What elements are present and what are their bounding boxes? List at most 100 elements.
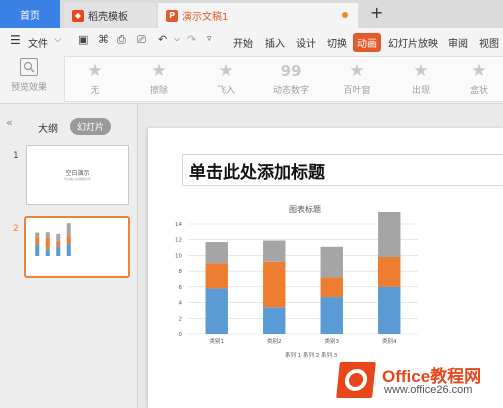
collapse-panel-icon[interactable]: « bbox=[6, 116, 13, 129]
hamburger-icon[interactable]: ☰ bbox=[10, 33, 21, 47]
y-tick-label: 6 bbox=[179, 285, 183, 291]
x-tick-label: 类别2 bbox=[267, 337, 282, 345]
bar-segment-3 bbox=[205, 242, 228, 264]
new-tab-button[interactable]: + bbox=[370, 3, 383, 22]
bar-segment-1 bbox=[205, 288, 228, 334]
slide-number: 2 bbox=[13, 224, 19, 234]
star-icon: ★ bbox=[87, 61, 103, 81]
bar-segment-2 bbox=[205, 263, 228, 289]
mini-bar-segment bbox=[66, 244, 71, 256]
effect-label: 盒状 bbox=[469, 86, 488, 96]
mini-bar-segment bbox=[56, 241, 61, 247]
slide-number: 1 bbox=[13, 151, 19, 161]
effect-dynamic-number[interactable]: 99 动态数字 bbox=[265, 61, 317, 96]
effect-label: 飞入 bbox=[216, 86, 235, 96]
animation-effects-gallery: ★ 无 ★ 擦除 ★ 飞入 99 动态数字 ★ 百叶窗 ★ 出现 ★ 盒状 bbox=[64, 56, 503, 102]
tab-document-label: 演示文稿1 bbox=[182, 12, 229, 23]
bar-segment-2 bbox=[320, 277, 343, 298]
effect-fly-in[interactable]: ★ 飞入 bbox=[200, 61, 252, 96]
box-star-icon: ★ bbox=[471, 61, 487, 81]
tab-home[interactable]: 首页 bbox=[0, 0, 60, 28]
bar-segment-3 bbox=[320, 246, 343, 278]
thumbnail-subtitle: 可以输入标题或文字 bbox=[63, 177, 91, 181]
menu-view[interactable]: 视图 bbox=[479, 35, 499, 50]
legend-entry: 系列 1 bbox=[285, 351, 301, 359]
effect-none[interactable]: ★ 无 bbox=[69, 61, 121, 96]
preview-icon bbox=[20, 58, 38, 76]
menu-transition[interactable]: 切换 bbox=[327, 35, 347, 50]
bar-segment-2 bbox=[263, 261, 286, 308]
fly-in-star-icon: ★ bbox=[218, 61, 234, 81]
bar-segment-1 bbox=[263, 307, 286, 334]
mini-bar-segment bbox=[35, 244, 40, 256]
title-placeholder[interactable]: 单击此处添加标题 bbox=[182, 154, 503, 186]
undo-dropdown-icon[interactable]: ⌵ bbox=[174, 34, 180, 44]
y-tick-label: 10 bbox=[175, 253, 182, 259]
thumbnail-title: 空白演示 bbox=[65, 170, 90, 177]
menu-bar: ☰ 文件 ⌵ ▣ ⌘ ⎙ ⎚ ↶ ⌵ ↷ ▿ 开始 插入 设计 切换 动画 幻灯… bbox=[0, 28, 503, 54]
effect-label: 无 bbox=[90, 86, 100, 96]
bar-segment-1 bbox=[320, 297, 343, 334]
effect-blinds[interactable]: ★ 百叶窗 bbox=[331, 61, 383, 96]
mini-bar-segment bbox=[45, 232, 50, 238]
chevron-down-icon[interactable]: ⌵ bbox=[54, 34, 62, 45]
tab-document[interactable]: P 演示文稿1 bbox=[158, 3, 358, 28]
customize-dropdown-icon[interactable]: ▿ bbox=[207, 34, 212, 44]
presentation-icon: P bbox=[166, 9, 178, 22]
save-icon[interactable]: ▣ bbox=[78, 33, 88, 46]
menu-review[interactable]: 审阅 bbox=[448, 35, 468, 50]
legend-entry: 系列 2 bbox=[303, 351, 319, 359]
mini-bar-segment bbox=[35, 238, 40, 245]
preview-effect-label: 预览效果 bbox=[10, 83, 47, 93]
watermark-url: www.office26.com bbox=[384, 384, 473, 396]
redo-icon[interactable]: ↷ bbox=[187, 33, 196, 46]
stacked-bar-chart[interactable]: 0 2 4 6 8 10 12 14 类别1 类别2 类别3 类别4 系列 1 系列 2 系列 3 bbox=[170, 212, 420, 362]
menu-file[interactable]: 文件 bbox=[28, 35, 48, 50]
print-preview-icon[interactable]: ⎚ bbox=[137, 33, 146, 47]
tab-home-label: 首页 bbox=[20, 10, 40, 22]
y-tick-label: 8 bbox=[179, 269, 183, 275]
mini-bar-segment bbox=[66, 236, 71, 244]
menu-insert[interactable]: 插入 bbox=[265, 35, 285, 50]
tab-bar: 首页 ◆ 稻壳模板 P 演示文稿1 + bbox=[0, 0, 503, 28]
menu-slideshow[interactable]: 幻灯片放映 bbox=[388, 35, 438, 50]
number-99-icon: 99 bbox=[280, 62, 302, 80]
effect-label: 擦除 bbox=[149, 86, 168, 96]
mini-bar-segment bbox=[56, 233, 61, 242]
y-tick-label: 0 bbox=[179, 332, 183, 338]
x-tick-label: 类别4 bbox=[382, 337, 397, 345]
effect-label: 出现 bbox=[411, 86, 430, 96]
effect-box[interactable]: ★ 盒状 bbox=[459, 61, 499, 96]
undo-icon[interactable]: ↶ bbox=[158, 33, 167, 46]
bar-segment-3 bbox=[378, 212, 401, 257]
bar-segment-2 bbox=[378, 257, 401, 287]
menu-animation[interactable]: 动画 bbox=[353, 33, 381, 52]
template-icon: ◆ bbox=[72, 9, 84, 22]
tab-slides[interactable]: 幻灯片 bbox=[70, 118, 112, 135]
bar-segment-3 bbox=[263, 240, 286, 262]
effect-appear[interactable]: ★ 出现 bbox=[395, 61, 447, 96]
tab-template[interactable]: ◆ 稻壳模板 bbox=[64, 3, 156, 28]
format-painter-icon[interactable]: ⌘ bbox=[98, 33, 109, 46]
x-tick-label: 类别1 bbox=[210, 337, 225, 345]
print-icon[interactable]: ⎙ bbox=[117, 33, 126, 47]
slide-thumbnail-2[interactable] bbox=[24, 216, 130, 278]
unsaved-dot-icon bbox=[342, 12, 348, 18]
x-tick-label: 类别3 bbox=[325, 337, 340, 345]
effect-wipe[interactable]: ★ 擦除 bbox=[133, 61, 185, 96]
tab-template-label: 稻壳模板 bbox=[88, 12, 128, 23]
bar-segment-1 bbox=[378, 286, 401, 334]
menu-design[interactable]: 设计 bbox=[296, 35, 316, 50]
mini-bar-segment bbox=[56, 246, 61, 256]
y-tick-label: 2 bbox=[179, 316, 183, 322]
slide-thumbnail-1[interactable]: 空白演示 可以输入标题或文字 bbox=[26, 145, 129, 205]
y-tick-label: 12 bbox=[175, 238, 182, 244]
y-tick-label: 14 bbox=[175, 222, 182, 228]
preview-effect-button[interactable]: 预览效果 bbox=[6, 58, 52, 93]
tab-outline[interactable]: 大纲 bbox=[38, 120, 58, 135]
menu-start[interactable]: 开始 bbox=[233, 35, 253, 50]
mini-bar-segment bbox=[66, 223, 71, 237]
office26-watermark: Office教程网 www.office26.com bbox=[336, 356, 503, 406]
thumbnail-chart bbox=[35, 223, 71, 256]
effect-label: 动态数字 bbox=[272, 86, 309, 96]
